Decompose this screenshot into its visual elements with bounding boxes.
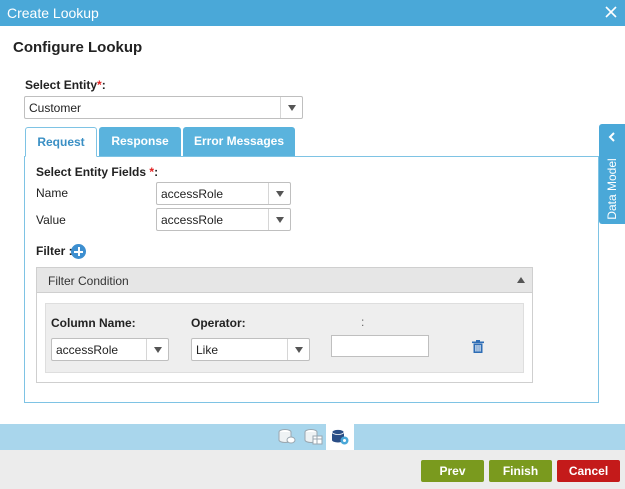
data-model-label: Data Model <box>605 158 619 220</box>
chevron-down-icon <box>146 339 168 360</box>
prev-button[interactable]: Prev <box>421 460 484 482</box>
dialog-title-bar: Create Lookup <box>0 0 625 26</box>
chevron-down-icon <box>280 97 302 118</box>
database-settings-icon[interactable] <box>330 428 350 446</box>
tab-error-messages[interactable]: Error Messages <box>183 127 295 157</box>
cancel-button[interactable]: Cancel <box>557 460 620 482</box>
tab-request[interactable]: Request <box>25 127 97 157</box>
page-title: Configure Lookup <box>13 39 143 56</box>
name-dropdown[interactable]: accessRole <box>156 182 291 205</box>
select-entity-label: Select Entity*: <box>25 78 106 92</box>
data-model-side-tab[interactable]: Data Model <box>599 124 625 224</box>
dialog-footer: Prev Finish Cancel <box>0 450 625 489</box>
bottom-icon-bar <box>0 424 625 450</box>
filter-value-input[interactable] <box>331 335 429 357</box>
value-dropdown[interactable]: accessRole <box>156 208 291 231</box>
database-table-icon[interactable] <box>303 428 323 446</box>
dialog-title: Create Lookup <box>7 5 99 21</box>
operator-label: Operator: <box>191 316 246 330</box>
select-entity-dropdown[interactable]: Customer <box>24 96 303 119</box>
operator-value: Like <box>196 343 219 357</box>
filter-condition-header[interactable]: Filter Condition <box>37 268 532 293</box>
plus-circle-icon[interactable] <box>71 244 86 259</box>
operator-dropdown[interactable]: Like <box>191 338 310 361</box>
name-value: accessRole <box>161 187 224 201</box>
chevron-down-icon <box>268 183 290 204</box>
chevron-down-icon <box>287 339 309 360</box>
value-label: Value <box>36 213 66 227</box>
column-name-dropdown[interactable]: accessRole <box>51 338 169 361</box>
name-label: Name <box>36 186 69 200</box>
value-column-label: : <box>361 315 365 329</box>
filter-label: Filter : <box>36 244 73 258</box>
select-entity-value: Customer <box>29 101 82 115</box>
chevron-left-icon <box>608 132 615 142</box>
database-link-icon[interactable] <box>277 428 297 446</box>
dialog-content: Configure Lookup Select Entity*: Custome… <box>0 26 625 424</box>
column-name-label: Column Name: <box>51 316 136 330</box>
triangle-up-icon[interactable] <box>517 277 525 283</box>
trash-icon[interactable] <box>472 340 484 353</box>
finish-button[interactable]: Finish <box>489 460 552 482</box>
close-icon[interactable] <box>604 5 618 19</box>
filter-condition-title: Filter Condition <box>48 274 129 288</box>
value-value: accessRole <box>161 213 224 227</box>
tab-response[interactable]: Response <box>99 127 181 157</box>
chevron-down-icon <box>268 209 290 230</box>
entity-fields-label: Select Entity Fields *: <box>36 165 159 179</box>
column-name-value: accessRole <box>56 343 119 357</box>
